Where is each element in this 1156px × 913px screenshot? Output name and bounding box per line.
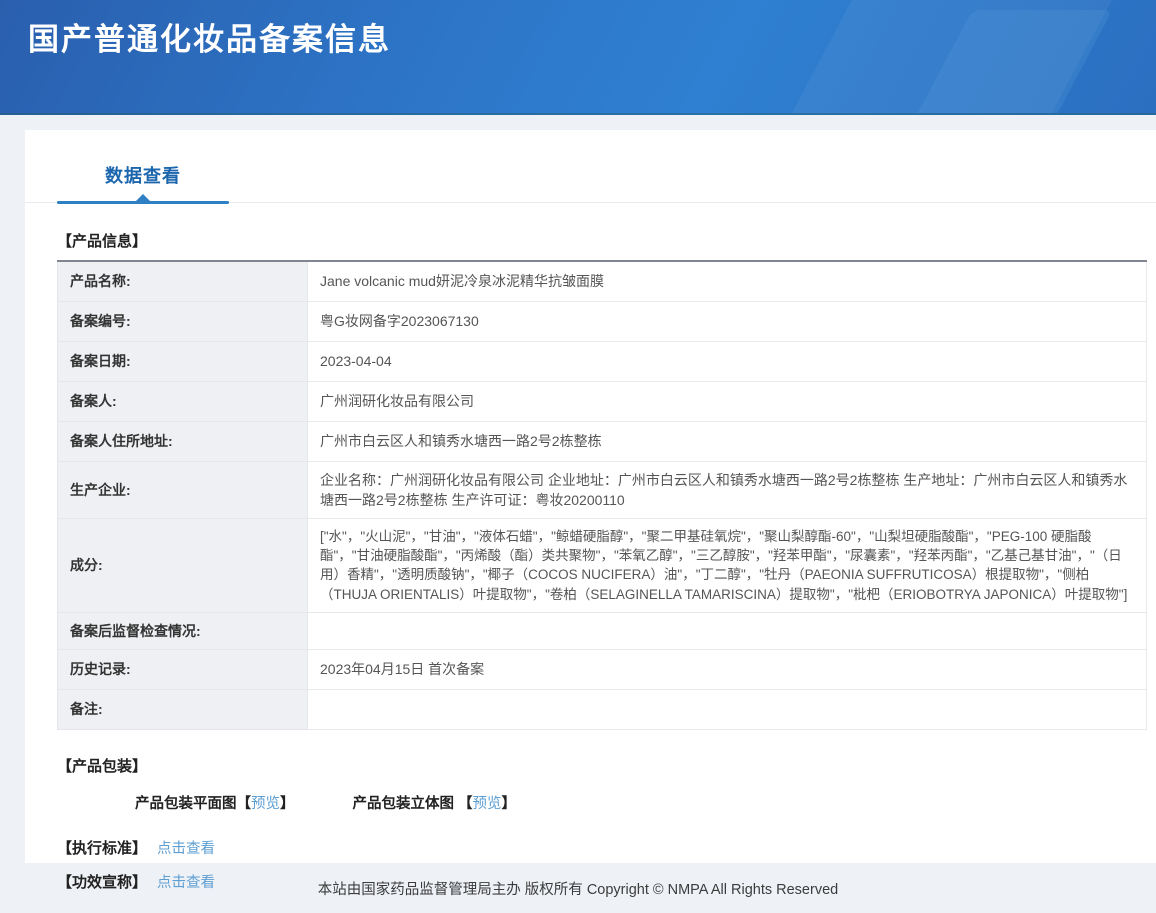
tab-active-caret-icon (136, 194, 150, 201)
tab-data-view[interactable]: 数据查看 (57, 162, 229, 204)
packaging-flat-label: 产品包装平面图 (135, 796, 237, 812)
table-row: 备注: (58, 689, 1147, 729)
content-card: 数据查看 【产品信息】 产品名称: Jane volcanic mud妍泥冷泉冰… (25, 130, 1156, 863)
page-header: 国产普通化妆品备案信息 (0, 0, 1156, 115)
section-exec-standard-label: 【执行标准】 (57, 840, 147, 857)
row-label: 历史记录: (58, 649, 308, 689)
table-row: 产品名称: Jane volcanic mud妍泥冷泉冰泥精华抗皱面膜 (58, 261, 1147, 301)
table-row: 生产企业: 企业名称：广州润研化妆品有限公司 企业地址：广州市白云区人和镇秀水塘… (58, 461, 1147, 519)
packaging-flat-preview-link[interactable]: 预览 (251, 796, 280, 812)
tab-bar: 数据查看 (25, 160, 1156, 203)
row-label: 备案日期: (58, 341, 308, 381)
row-value (308, 689, 1147, 729)
bracket-close: 】 (280, 796, 295, 812)
table-row: 备案人住所地址: 广州市白云区人和镇秀水塘西一路2号2栋整栋 (58, 421, 1147, 461)
row-value: 广州市白云区人和镇秀水塘西一路2号2栋整栋 (308, 421, 1147, 461)
row-value: 粤G妆网备字2023067130 (308, 301, 1147, 341)
table-row-ingredients: 成分: ["水"，"火山泥"，"甘油"，"液体石蜡"，"鲸蜡硬脂醇"，"聚二甲基… (58, 519, 1147, 613)
packaging-preview-line: 产品包装平面图【预览】产品包装立体图 【预览】 (135, 792, 1156, 813)
row-value: ["水"，"火山泥"，"甘油"，"液体石蜡"，"鲸蜡硬脂醇"，"聚二甲基硅氧烷"… (308, 519, 1147, 613)
exec-standard-view-link[interactable]: 点击查看 (157, 841, 215, 857)
bracket-close: 】 (502, 796, 517, 812)
row-label: 备案后监督检查情况: (58, 612, 308, 649)
page: 国产普通化妆品备案信息 数据查看 【产品信息】 产品名称: Jane volca… (0, 0, 1156, 913)
table-row: 备案人: 广州润研化妆品有限公司 (58, 381, 1147, 421)
table-row: 备案日期: 2023-04-04 (58, 341, 1147, 381)
page-footer: 本站由国家药品监督管理局主办 版权所有 Copyright © NMPA All… (0, 863, 1156, 913)
bracket-open: 【 (458, 796, 473, 812)
copyright-text: 本站由国家药品监督管理局主办 版权所有 Copyright © NMPA All… (318, 882, 838, 898)
tab-active-underline (57, 201, 229, 204)
row-value: 2023-04-04 (308, 341, 1147, 381)
row-value: 2023年04月15日 首次备案 (308, 649, 1147, 689)
section-packaging-label: 【产品包装】 (57, 755, 1156, 776)
row-label: 成分: (58, 519, 308, 613)
row-label: 产品名称: (58, 261, 308, 301)
row-value (308, 612, 1147, 649)
row-label: 备案人: (58, 381, 308, 421)
row-label: 备案编号: (58, 301, 308, 341)
table-row: 历史记录: 2023年04月15日 首次备案 (58, 649, 1147, 689)
row-label: 备案人住所地址: (58, 421, 308, 461)
row-value: 广州润研化妆品有限公司 (308, 381, 1147, 421)
packaging-stereo-preview-link[interactable]: 预览 (473, 796, 502, 812)
page-title: 国产普通化妆品备案信息 (28, 14, 391, 59)
row-value: 企业名称：广州润研化妆品有限公司 企业地址：广州市白云区人和镇秀水塘西一路2号2… (308, 461, 1147, 519)
row-label: 生产企业: (58, 461, 308, 519)
product-info-table: 产品名称: Jane volcanic mud妍泥冷泉冰泥精华抗皱面膜 备案编号… (57, 260, 1147, 730)
section-product-info-label: 【产品信息】 (57, 230, 1156, 251)
packaging-stereo-label: 产品包装立体图 (353, 796, 455, 812)
exec-standard-line: 【执行标准】点击查看 (57, 837, 1156, 858)
bracket-open: 【 (237, 796, 252, 812)
table-row: 备案后监督检查情况: (58, 612, 1147, 649)
row-label: 备注: (58, 689, 308, 729)
row-value: Jane volcanic mud妍泥冷泉冰泥精华抗皱面膜 (308, 261, 1147, 301)
table-row: 备案编号: 粤G妆网备字2023067130 (58, 301, 1147, 341)
